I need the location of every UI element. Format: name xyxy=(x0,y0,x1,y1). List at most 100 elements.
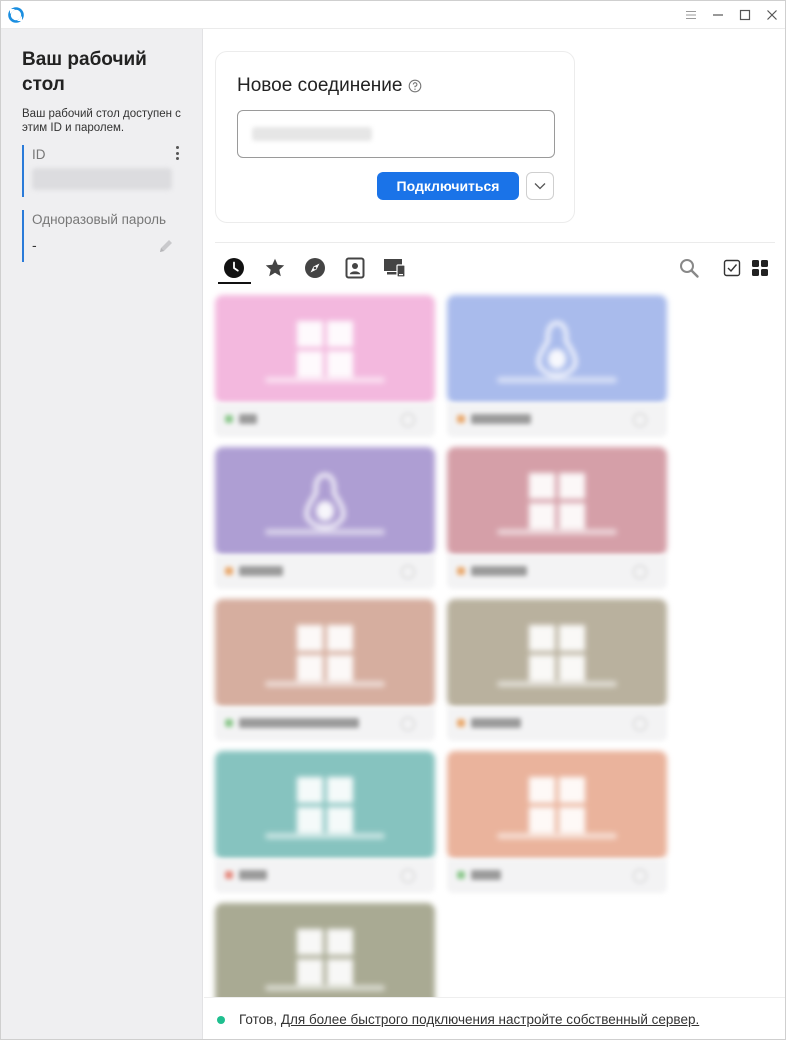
peer-caption-blurred xyxy=(497,529,617,535)
peer-status-dot xyxy=(457,719,465,727)
devices-icon xyxy=(384,259,406,278)
peer-thumbnail[interactable] xyxy=(215,751,435,859)
status-indicator xyxy=(217,1016,225,1024)
maximize-button[interactable] xyxy=(735,5,755,25)
peer-more-icon[interactable] xyxy=(633,565,647,579)
peer-thumbnail[interactable] xyxy=(215,295,435,403)
connect-options-dropdown[interactable] xyxy=(526,172,554,200)
peer-status-dot xyxy=(225,719,233,727)
peer-footer xyxy=(215,859,435,893)
peer-caption-blurred xyxy=(497,833,617,839)
tab-recent[interactable] xyxy=(218,255,250,281)
peer-footer xyxy=(447,859,667,893)
connect-button[interactable]: Подключиться xyxy=(377,172,519,200)
menu-button[interactable] xyxy=(681,5,701,25)
minimize-button[interactable] xyxy=(708,5,728,25)
peer-footer xyxy=(215,403,435,437)
tab-lan-devices[interactable] xyxy=(379,255,411,281)
id-value-blurred[interactable] xyxy=(32,168,172,190)
search-icon[interactable] xyxy=(678,257,700,279)
peer-more-icon[interactable] xyxy=(401,565,415,579)
app-window: Ваш рабочий стол Ваш рабочий стол доступ… xyxy=(0,0,786,1040)
id-options-kebab-icon[interactable] xyxy=(173,145,181,161)
status-text: Готов, Для более быстрого подключения на… xyxy=(239,1012,699,1027)
id-label: ID xyxy=(32,147,46,162)
new-connection-title-text: Новое соединение xyxy=(237,75,403,96)
peer-footer xyxy=(215,707,435,741)
windows-logo-icon xyxy=(297,777,353,833)
password-label: Одноразовый пароль xyxy=(32,212,167,227)
peer-more-icon[interactable] xyxy=(633,717,647,731)
peer-status-dot xyxy=(457,415,465,423)
star-icon xyxy=(265,258,285,277)
peer-caption-blurred xyxy=(265,377,385,383)
windows-logo-icon xyxy=(529,777,585,833)
id-field: ID xyxy=(22,145,187,197)
peer-footer xyxy=(447,403,667,437)
peer-label-blurred xyxy=(239,718,359,728)
peer-label-blurred xyxy=(471,870,501,880)
remote-id-input-value-blurred xyxy=(252,127,372,141)
peer-label-blurred xyxy=(239,566,283,576)
clock-icon xyxy=(224,258,244,278)
tab-favorites[interactable] xyxy=(259,255,291,281)
peer-thumbnail[interactable] xyxy=(447,447,667,555)
sidebar-title: Ваш рабочий стол xyxy=(22,49,147,95)
peer-footer xyxy=(447,707,667,741)
peer-card[interactable] xyxy=(215,751,435,893)
peer-thumbnail[interactable] xyxy=(447,295,667,403)
peer-caption-blurred xyxy=(265,681,385,687)
peer-card[interactable] xyxy=(215,295,435,437)
peer-thumbnail[interactable] xyxy=(215,599,435,707)
peer-more-icon[interactable] xyxy=(401,413,415,427)
contact-book-icon xyxy=(345,257,365,279)
peer-card[interactable] xyxy=(215,599,435,741)
windows-logo-icon xyxy=(297,625,353,681)
peer-card[interactable] xyxy=(447,751,667,893)
close-button[interactable] xyxy=(762,5,782,25)
status-ready: Готов, xyxy=(239,1012,278,1027)
peer-label-blurred xyxy=(239,414,257,424)
pencil-icon[interactable] xyxy=(157,237,175,255)
title-bar xyxy=(1,1,785,29)
status-bar: Готов, Для более быстрого подключения на… xyxy=(204,997,785,1039)
peer-status-dot xyxy=(225,567,233,575)
peer-caption-blurred xyxy=(497,681,617,687)
help-icon[interactable] xyxy=(408,79,422,93)
windows-logo-icon xyxy=(529,473,585,529)
peer-label-blurred xyxy=(471,414,531,424)
windows-logo-icon xyxy=(297,321,353,377)
peer-more-icon[interactable] xyxy=(633,869,647,883)
peer-card[interactable] xyxy=(447,447,667,589)
peer-thumbnail[interactable] xyxy=(447,751,667,859)
minimize-icon xyxy=(713,14,723,16)
peer-thumbnail[interactable] xyxy=(215,903,435,1011)
peer-status-dot xyxy=(457,871,465,879)
tab-discovered[interactable] xyxy=(299,255,331,281)
linux-logo-icon xyxy=(536,320,578,378)
section-divider xyxy=(215,242,775,243)
peer-card[interactable] xyxy=(215,447,435,589)
sidebar: Ваш рабочий стол Ваш рабочий стол доступ… xyxy=(1,29,203,1039)
peer-status-dot xyxy=(457,567,465,575)
peer-thumbnail[interactable] xyxy=(447,599,667,707)
maximize-icon xyxy=(739,9,751,21)
peer-thumbnail[interactable] xyxy=(215,447,435,555)
grid-view-icon[interactable] xyxy=(750,258,770,278)
peer-card[interactable] xyxy=(447,599,667,741)
peer-more-icon[interactable] xyxy=(401,869,415,883)
peer-more-icon[interactable] xyxy=(633,413,647,427)
tab-address-book[interactable] xyxy=(339,255,371,281)
peer-label-blurred xyxy=(471,566,527,576)
select-mode-checkbox-icon[interactable] xyxy=(722,258,742,278)
peer-card[interactable] xyxy=(447,295,667,437)
custom-server-link[interactable]: Для более быстрого подключения настройте… xyxy=(281,1012,699,1027)
new-connection-title: Новое соединение xyxy=(237,75,422,97)
active-tab-indicator xyxy=(218,282,251,284)
peer-more-icon[interactable] xyxy=(401,717,415,731)
peer-footer xyxy=(447,555,667,589)
peer-label-blurred xyxy=(471,718,521,728)
close-icon xyxy=(767,10,777,20)
peer-footer xyxy=(215,555,435,589)
sidebar-description: Ваш рабочий стол доступен с этим ID и па… xyxy=(22,108,181,134)
